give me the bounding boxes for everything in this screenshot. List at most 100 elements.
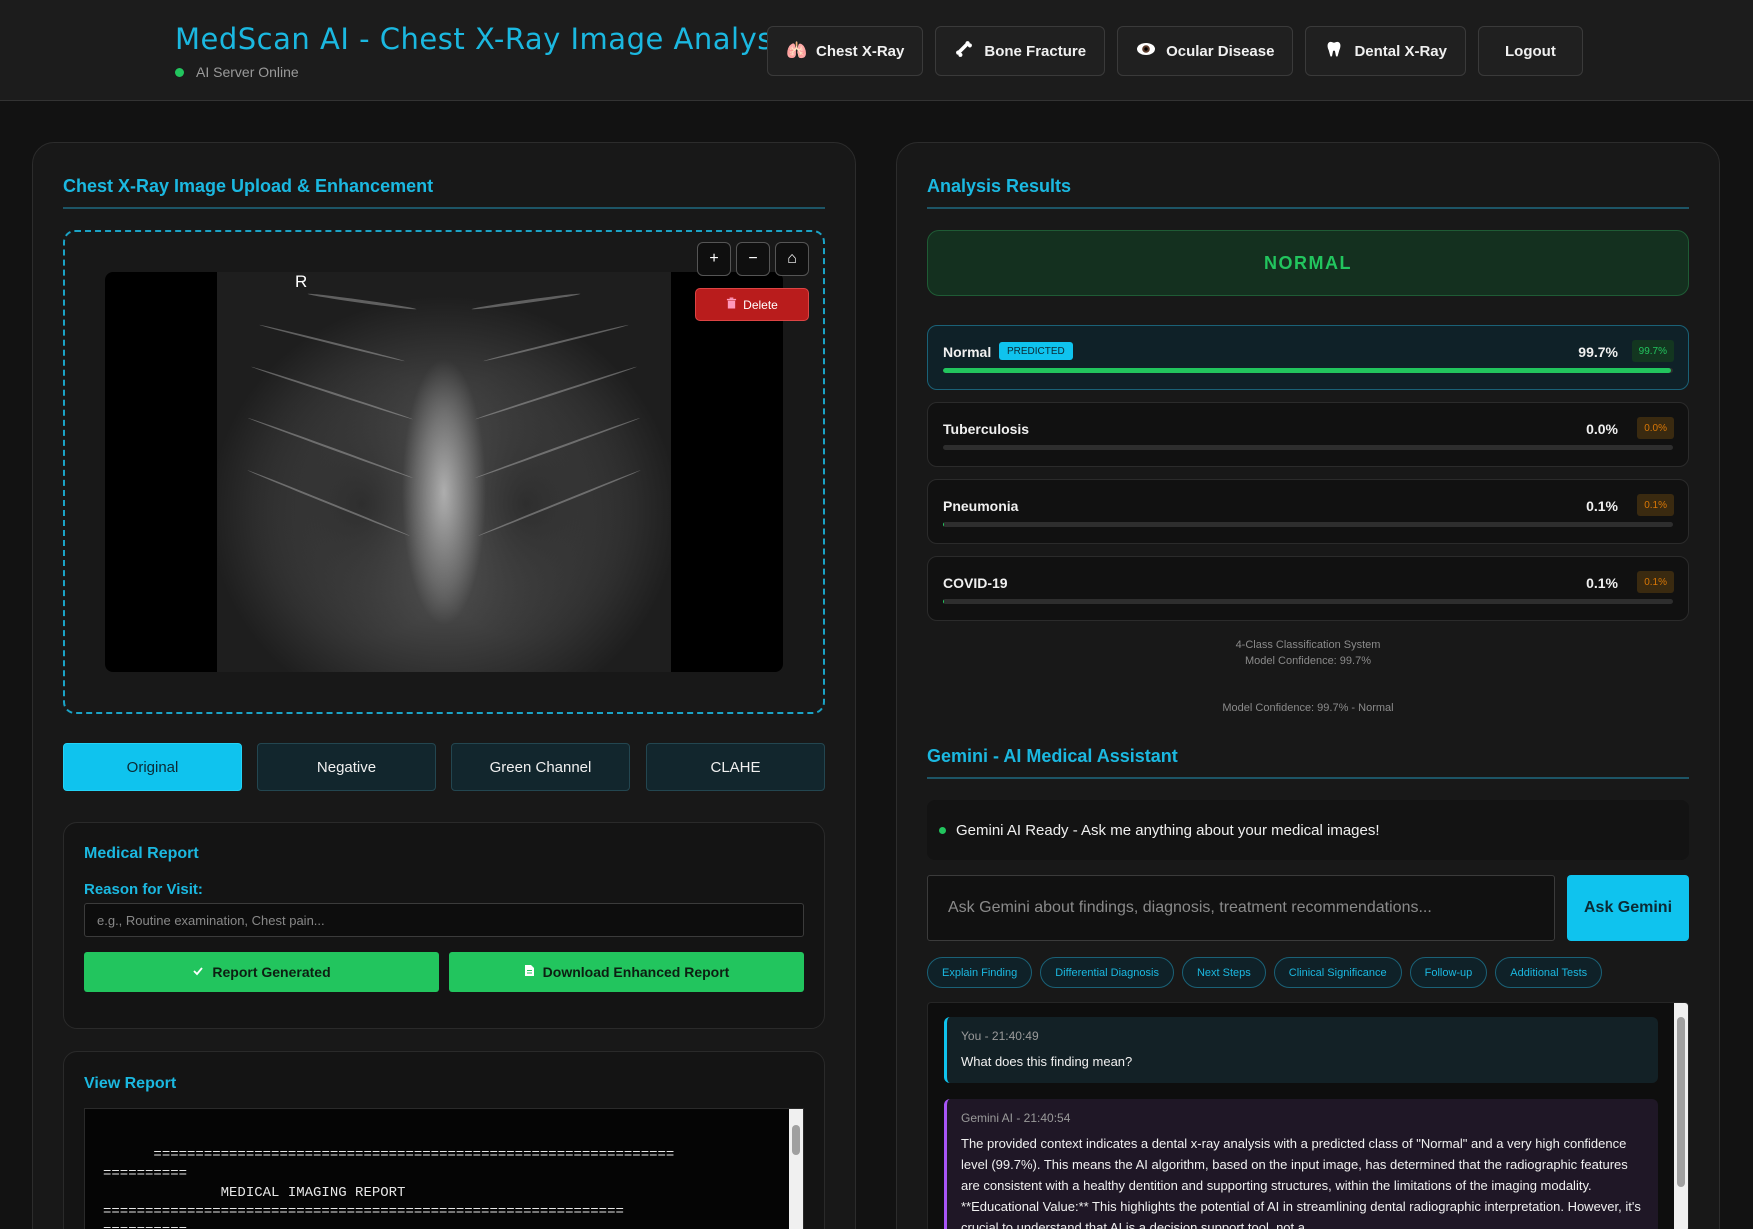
chat-message-user: You - 21:40:49 What does this finding me…	[944, 1017, 1658, 1083]
section-divider	[927, 207, 1689, 209]
xray-image	[217, 272, 671, 672]
class-name: COVID-19	[943, 575, 1008, 591]
zoom-in-button[interactable]: +	[697, 242, 731, 276]
probability-bar	[943, 522, 1673, 527]
message-text: The provided context indicates a dental …	[961, 1136, 1641, 1229]
quick-prompts: Explain Finding Differential Diagnosis N…	[927, 957, 1603, 988]
report-generated-label: Report Generated	[212, 964, 331, 980]
gemini-section-title: Gemini - AI Medical Assistant	[927, 746, 1178, 766]
report-scrollbar[interactable]	[789, 1109, 803, 1229]
view-report-card: View Report ============================…	[63, 1051, 825, 1229]
class-result-tuberculosis: Tuberculosis 0.0% 0.0%	[927, 402, 1689, 467]
class-percentage-chip: 0.1%	[1637, 571, 1674, 593]
reason-for-visit-input[interactable]	[84, 903, 804, 937]
trash-icon	[726, 297, 737, 312]
class-name: Normal	[943, 344, 992, 360]
bone-icon	[954, 40, 974, 63]
report-generated-button[interactable]: Report Generated	[84, 952, 439, 992]
quick-prompt-next-steps[interactable]: Next Steps	[1181, 957, 1266, 988]
section-divider	[927, 777, 1689, 779]
lungs-icon: 🫁	[786, 41, 808, 60]
quick-prompt-differential-diagnosis[interactable]: Differential Diagnosis	[1040, 957, 1174, 988]
ask-gemini-input[interactable]	[927, 875, 1555, 941]
check-icon	[192, 964, 204, 980]
probability-bar	[943, 368, 1673, 373]
xray-rib	[477, 469, 642, 537]
main-nav: 🫁 Chest X-Ray Bone Fracture Ocular Disea…	[767, 26, 1583, 76]
medical-report-title: Medical Report	[84, 845, 199, 862]
gemini-status-text: Gemini AI Ready - Ask me anything about …	[956, 821, 1380, 839]
probability-bar-fill	[943, 599, 944, 604]
document-icon	[524, 964, 535, 980]
download-report-button[interactable]: Download Enhanced Report	[449, 952, 804, 992]
analysis-section-title: Analysis Results	[927, 176, 1072, 196]
nav-label: Chest X-Ray	[816, 42, 905, 60]
predicted-badge: PREDICTED	[999, 342, 1073, 360]
confidence-line: Model Confidence: 99.7%	[1245, 655, 1371, 667]
message-meta: Gemini AI - 21:40:54	[961, 1111, 1071, 1125]
class-percentage: 0.1%	[1586, 498, 1618, 514]
class-result-normal: Normal PREDICTED 99.7% 99.7%	[927, 325, 1689, 390]
chat-scroll-thumb[interactable]	[1677, 1017, 1685, 1187]
xray-rib	[482, 323, 630, 363]
zoom-out-button[interactable]: −	[736, 242, 770, 276]
image-drop-zone[interactable]: R + − ⌂ Delete	[63, 230, 825, 714]
report-scroll-thumb[interactable]	[792, 1125, 800, 1155]
app-title: MedScan AI - Chest X-Ray Image Analysis	[175, 22, 798, 56]
download-report-label: Download Enhanced Report	[542, 964, 730, 980]
upload-section-title: Chest X-Ray Image Upload & Enhancement	[63, 176, 434, 196]
status-dot	[175, 67, 184, 77]
section-divider	[63, 207, 825, 209]
nav-label: Dental X-Ray	[1354, 42, 1447, 60]
upload-panel: Chest X-Ray Image Upload & Enhancement R…	[32, 142, 856, 1229]
report-text: ========================================…	[103, 1147, 675, 1229]
eye-icon	[1136, 41, 1156, 62]
probability-bar-fill	[943, 368, 1671, 373]
classification-info: 4-Class Classification System Model Conf…	[927, 637, 1689, 669]
view-report-title: View Report	[84, 1075, 177, 1092]
chat-scrollbar[interactable]	[1674, 1003, 1688, 1229]
class-result-pneumonia: Pneumonia 0.1% 0.1%	[927, 479, 1689, 544]
reset-view-button[interactable]: ⌂	[775, 242, 809, 276]
logout-button[interactable]: Logout	[1478, 26, 1583, 76]
message-meta: You - 21:40:49	[961, 1029, 1039, 1043]
reason-label: Reason for Visit:	[84, 881, 203, 898]
app-header: MedScan AI - Chest X-Ray Image Analysis …	[0, 0, 1753, 101]
quick-prompt-follow-up[interactable]: Follow-up	[1409, 957, 1488, 988]
xray-rib	[250, 365, 414, 421]
ask-gemini-button[interactable]: Ask Gemini	[1567, 875, 1689, 941]
server-status-text: AI Server Online	[196, 64, 299, 80]
quick-prompt-clinical-significance[interactable]: Clinical Significance	[1273, 957, 1402, 988]
nav-ocular-disease-button[interactable]: Ocular Disease	[1117, 26, 1294, 76]
status-dot	[939, 826, 946, 834]
xray-side-marker: R	[295, 272, 308, 291]
enhance-negative-button[interactable]: Negative	[257, 743, 436, 791]
nav-label: Bone Fracture	[984, 42, 1087, 60]
chat-message-ai: Gemini AI - 21:40:54 The provided contex…	[944, 1099, 1658, 1229]
xray-rib	[247, 417, 414, 479]
report-text-area[interactable]: ========================================…	[84, 1108, 804, 1229]
enhance-clahe-button[interactable]: CLAHE	[646, 743, 825, 791]
delete-label: Delete	[743, 297, 778, 312]
analysis-panel: Analysis Results NORMAL Normal PREDICTED…	[896, 142, 1720, 1229]
class-percentage: 0.0%	[1586, 421, 1618, 437]
quick-prompt-explain-finding[interactable]: Explain Finding	[927, 957, 1033, 988]
medical-report-card: Medical Report Reason for Visit: Report …	[63, 822, 825, 1029]
class-percentage-chip: 0.0%	[1637, 417, 1674, 439]
class-name: Tuberculosis	[943, 421, 1030, 437]
delete-image-button[interactable]: Delete	[695, 288, 809, 321]
enhance-original-button[interactable]: Original	[63, 743, 242, 791]
chat-history[interactable]: You - 21:40:49 What does this finding me…	[927, 1002, 1689, 1229]
nav-chest-xray-button[interactable]: 🫁 Chest X-Ray	[767, 26, 924, 76]
gemini-status: Gemini AI Ready - Ask me anything about …	[927, 800, 1689, 860]
nav-dental-xray-button[interactable]: Dental X-Ray	[1305, 26, 1466, 76]
enhance-green-channel-button[interactable]: Green Channel	[451, 743, 630, 791]
message-text: What does this finding mean?	[961, 1054, 1133, 1069]
class-percentage: 0.1%	[1586, 575, 1618, 591]
nav-bone-fracture-button[interactable]: Bone Fracture	[935, 26, 1106, 76]
quick-prompt-additional-tests[interactable]: Additional Tests	[1495, 957, 1603, 988]
tooth-icon	[1324, 40, 1344, 63]
xray-rib	[474, 417, 641, 479]
xray-viewer[interactable]: R	[105, 272, 783, 672]
xray-rib	[474, 365, 638, 421]
